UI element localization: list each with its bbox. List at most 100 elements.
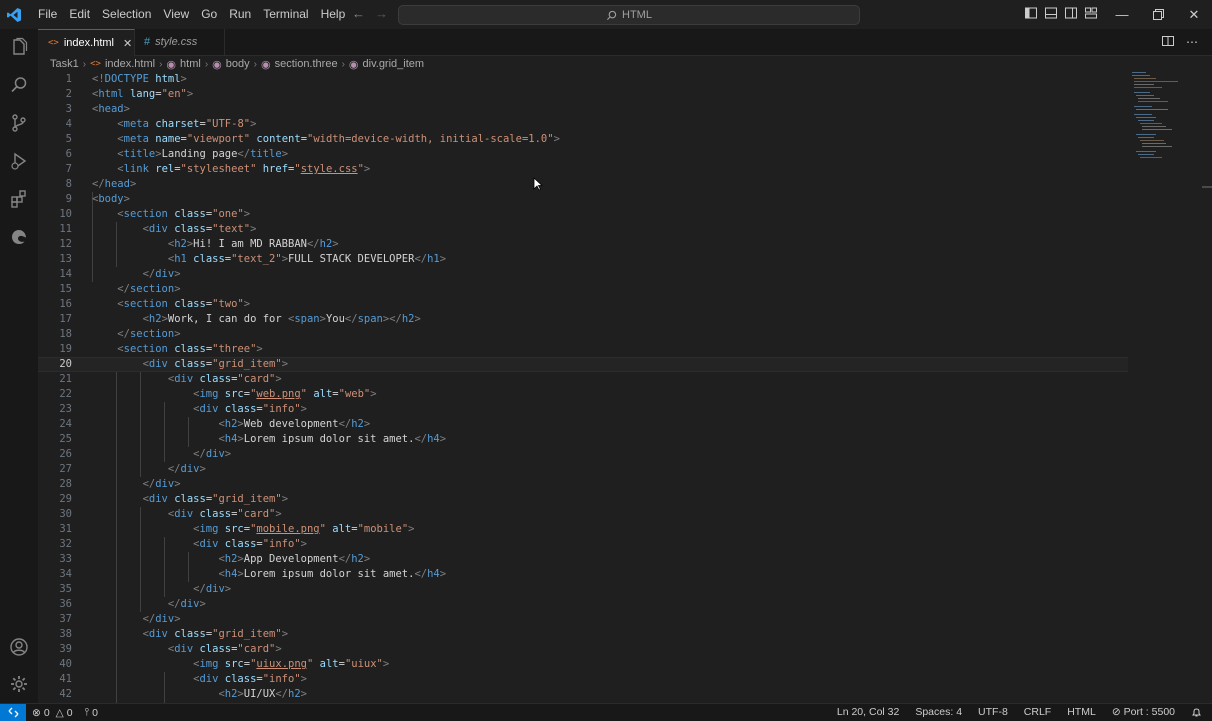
line-number: 21 — [59, 373, 72, 385]
line-number: 23 — [59, 403, 72, 415]
problems-indicator[interactable]: ⊗ 0 △ 0 — [32, 707, 73, 719]
code-line: 14 </div> — [38, 267, 1128, 282]
antenna-icon: ⫯ — [84, 706, 90, 718]
menu-selection[interactable]: Selection — [96, 0, 157, 29]
code-line: 24 <h2>Web development</h2> — [38, 417, 1128, 432]
command-center-search[interactable]: HTML — [398, 5, 860, 25]
remote-indicator-icon[interactable] — [0, 704, 26, 721]
ports-indicator[interactable]: ⫯ 0 — [85, 706, 98, 719]
html-file-icon: <> — [48, 38, 59, 48]
code-line: 28 </div> — [38, 477, 1128, 492]
menu-edit[interactable]: Edit — [63, 0, 96, 29]
code-line: 19 <section class="three"> — [38, 342, 1128, 357]
line-number: 11 — [59, 223, 72, 235]
tab-index-html[interactable]: <> index.html ✕ — [38, 29, 135, 56]
run-debug-icon[interactable] — [7, 149, 31, 173]
restore-icon[interactable] — [1140, 0, 1176, 29]
element-icon: ◉ — [348, 58, 359, 71]
search-icon[interactable] — [7, 73, 31, 97]
code-line: 4 <meta charset="UTF-8"> — [38, 117, 1128, 132]
extensions-icon[interactable] — [7, 187, 31, 211]
end-of-line[interactable]: CRLF — [1024, 706, 1051, 718]
code-line: 16 <section class="two"> — [38, 297, 1128, 312]
code-line: 22 <img src="web.png" alt="web"> — [38, 387, 1128, 402]
chevron-right-icon: › — [253, 58, 257, 70]
minimap[interactable] — [1130, 72, 1192, 162]
vertical-scrollbar[interactable] — [1202, 72, 1212, 703]
breadcrumb-section[interactable]: section.three — [275, 58, 338, 70]
customize-layout-icon[interactable] — [1084, 6, 1098, 20]
code-line: 5 <meta name="viewport" content="width=d… — [38, 132, 1128, 147]
code-line: 9 <body> — [38, 192, 1128, 207]
breadcrumb-folder[interactable]: Task1 — [50, 58, 79, 70]
code-line: 36 </div> — [38, 597, 1128, 612]
toggle-secondary-sidebar-icon[interactable] — [1064, 6, 1078, 20]
code-line: 21 <div class="card"> — [38, 372, 1128, 387]
code-line: 31 <img src="mobile.png" alt="mobile"> — [38, 522, 1128, 537]
tab-style-css[interactable]: # style.css — [134, 29, 225, 55]
editor-tab-bar: <> index.html ✕ # style.css ⋯ — [38, 29, 1212, 56]
code-line: 37 </div> — [38, 612, 1128, 627]
back-arrow-icon[interactable]: ← — [352, 6, 365, 21]
edge-browser-icon[interactable] — [7, 225, 31, 249]
menu-go[interactable]: Go — [195, 0, 223, 29]
menu-run[interactable]: Run — [223, 0, 257, 29]
close-tab-icon[interactable]: ✕ — [123, 37, 132, 50]
menu-file[interactable]: File — [32, 0, 63, 29]
menu-bar: File Edit Selection View Go Run Terminal… — [32, 0, 351, 29]
close-icon[interactable]: ✕ — [1176, 0, 1212, 29]
live-server-port[interactable]: ⊘ Port : 5500 — [1112, 706, 1175, 718]
code-line: 17 <h2>Work, I can do for <span>You</spa… — [38, 312, 1128, 327]
explorer-icon[interactable] — [7, 35, 31, 59]
line-number: 32 — [59, 538, 72, 550]
toggle-panel-icon[interactable] — [1044, 6, 1058, 20]
breadcrumb-file[interactable]: index.html — [105, 58, 155, 70]
source-control-icon[interactable] — [7, 111, 31, 135]
account-icon[interactable] — [7, 635, 31, 659]
mouse-pointer-icon — [533, 177, 544, 191]
element-icon: ◉ — [260, 58, 271, 71]
code-line: 29 <div class="grid_item"> — [38, 492, 1128, 507]
more-actions-icon[interactable]: ⋯ — [1186, 35, 1198, 50]
split-editor-icon[interactable] — [1162, 35, 1174, 50]
menu-terminal[interactable]: Terminal — [257, 0, 314, 29]
chevron-right-icon: › — [159, 58, 163, 70]
cursor-position[interactable]: Ln 20, Col 32 — [837, 706, 899, 718]
line-number: 28 — [59, 478, 72, 490]
code-line: 3 <head> — [38, 102, 1128, 117]
ports-count: 0 — [92, 706, 98, 719]
code-line: 12 <h2>Hi! I am MD RABBAN</h2> — [38, 237, 1128, 252]
code-line: 8 </head> — [38, 177, 1128, 192]
code-line: 32 <div class="info"> — [38, 537, 1128, 552]
line-number: 38 — [59, 628, 72, 640]
line-number: 24 — [59, 418, 72, 430]
line-number: 18 — [59, 328, 72, 340]
error-icon: ⊗ — [32, 706, 41, 719]
scrollbar-thumb[interactable] — [1202, 186, 1212, 188]
forward-arrow-icon[interactable]: → — [375, 6, 388, 21]
breadcrumb-html[interactable]: html — [180, 58, 201, 70]
indentation[interactable]: Spaces: 4 — [915, 706, 962, 718]
code-line: 27 </div> — [38, 462, 1128, 477]
line-number: 17 — [59, 313, 72, 325]
code-line: 40 <img src="uiux.png" alt="uiux"> — [38, 657, 1128, 672]
line-number: 36 — [59, 598, 72, 610]
notifications-bell-icon[interactable] — [1191, 707, 1202, 718]
line-number: 7 — [65, 163, 72, 175]
menu-view[interactable]: View — [157, 0, 195, 29]
line-number: 13 — [59, 253, 72, 265]
settings-gear-icon[interactable] — [7, 672, 31, 696]
language-mode[interactable]: HTML — [1067, 706, 1096, 718]
menu-help[interactable]: Help — [315, 0, 352, 29]
code-line: 33 <h2>App Development</h2> — [38, 552, 1128, 567]
breadcrumb-body[interactable]: body — [226, 58, 250, 70]
encoding[interactable]: UTF-8 — [978, 706, 1008, 718]
code-line: 23 <div class="info"> — [38, 402, 1128, 417]
breadcrumb-div[interactable]: div.grid_item — [363, 58, 425, 70]
minimize-icon[interactable]: — — [1104, 0, 1140, 29]
css-file-icon: # — [144, 36, 151, 48]
code-editor[interactable]: 1 <!DOCTYPE html> 2 <html lang="en"> 3 <hea… — [38, 72, 1212, 703]
line-number: 27 — [59, 463, 72, 475]
toggle-primary-sidebar-icon[interactable] — [1024, 6, 1038, 20]
line-number: 25 — [59, 433, 72, 445]
